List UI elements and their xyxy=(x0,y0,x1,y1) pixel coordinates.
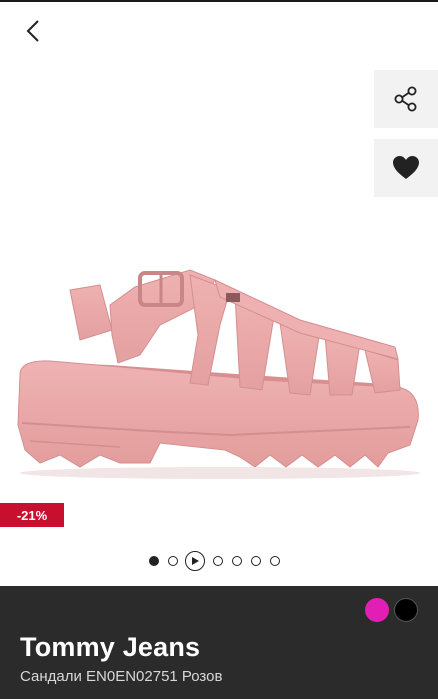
product-image[interactable] xyxy=(0,235,438,495)
gallery-dot[interactable] xyxy=(167,556,178,566)
gallery-dot[interactable] xyxy=(231,556,242,566)
product-subtitle: Сандали EN0EN02751 Розов xyxy=(20,668,223,685)
back-button[interactable] xyxy=(16,14,50,48)
gallery-dot[interactable] xyxy=(250,556,261,566)
wishlist-button[interactable] xyxy=(374,139,438,197)
color-swatch-black[interactable] xyxy=(394,598,418,622)
top-divider xyxy=(0,0,438,2)
gallery-dot[interactable] xyxy=(269,556,280,566)
product-info-panel: Tommy Jeans Сандали EN0EN02751 Розов xyxy=(0,586,438,699)
gallery-video-dot[interactable] xyxy=(185,551,205,571)
gallery-dot[interactable] xyxy=(212,556,223,566)
discount-badge: -21% xyxy=(0,503,64,527)
chevron-left-icon xyxy=(26,20,39,42)
play-icon xyxy=(192,557,199,565)
gallery-pagination xyxy=(144,548,284,574)
share-button[interactable] xyxy=(374,70,438,128)
share-icon xyxy=(394,86,417,112)
gallery-dot[interactable] xyxy=(148,556,159,566)
color-swatch-pink[interactable] xyxy=(365,598,389,622)
sandal-illustration xyxy=(17,269,420,479)
brand-name: Tommy Jeans xyxy=(20,632,201,662)
heart-icon xyxy=(393,156,419,179)
